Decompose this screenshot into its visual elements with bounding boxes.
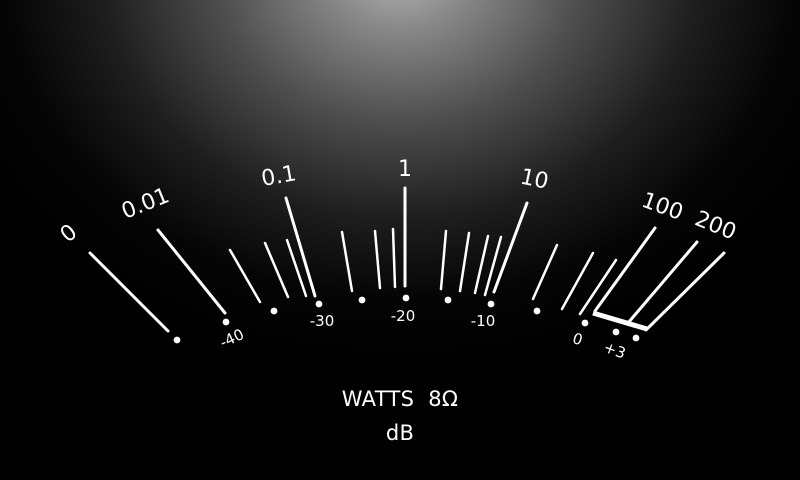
db-label-minus-10: -10 bbox=[471, 312, 496, 330]
watts-label-200: 200 bbox=[691, 207, 739, 246]
units-caption: WATTS 8Ω bbox=[0, 387, 800, 411]
watts-label-0.01: 0.01 bbox=[118, 183, 173, 225]
minor-tick bbox=[340, 230, 354, 293]
db-label-minus-30: -30 bbox=[310, 312, 335, 330]
red-zone-bar bbox=[592, 310, 648, 332]
db-label-minus-40: -40 bbox=[217, 325, 247, 352]
scale-dot bbox=[632, 334, 640, 342]
impedance-label: 8Ω bbox=[428, 387, 459, 411]
minor-tick bbox=[439, 229, 448, 291]
scale-dot bbox=[581, 319, 589, 327]
db-label-plus-3: +3 bbox=[601, 338, 628, 362]
scale-dot bbox=[222, 318, 230, 326]
minor-tick bbox=[263, 241, 290, 299]
scale-dot bbox=[444, 296, 452, 304]
scale-dot bbox=[533, 307, 541, 315]
watts-label-10: 10 bbox=[518, 165, 551, 195]
vu-meter-face: 0 0.01 0.1 1 10 100 200 -40 -30 -20 -10 … bbox=[0, 0, 800, 480]
scale-dot bbox=[487, 300, 495, 308]
scale-dot bbox=[270, 307, 278, 315]
db-label-0: 0 bbox=[570, 329, 585, 349]
watts-label-0: 0 bbox=[56, 220, 82, 248]
minor-tick bbox=[228, 248, 262, 304]
watts-label-1: 1 bbox=[398, 157, 412, 182]
minor-tick bbox=[483, 235, 503, 297]
minor-tick bbox=[531, 243, 559, 301]
minor-tick bbox=[473, 234, 490, 295]
watts-label-100: 100 bbox=[638, 188, 686, 226]
scale-dot bbox=[315, 300, 323, 308]
minor-tick bbox=[458, 231, 471, 293]
major-tick bbox=[593, 226, 657, 313]
db-caption: dB bbox=[385, 421, 415, 445]
watts-label-0.1: 0.1 bbox=[259, 161, 298, 192]
scale-dot bbox=[358, 296, 366, 304]
watts-label: WATTS bbox=[341, 387, 415, 411]
major-tick bbox=[156, 228, 227, 315]
major-tick bbox=[644, 251, 726, 332]
db-label-minus-20: -20 bbox=[391, 307, 416, 325]
scale-dot bbox=[173, 336, 181, 344]
minor-tick bbox=[391, 227, 397, 289]
minor-tick bbox=[373, 229, 382, 290]
major-tick bbox=[626, 240, 699, 325]
scale-dot bbox=[612, 328, 620, 336]
scale-dot bbox=[402, 294, 410, 302]
minor-tick bbox=[285, 238, 308, 298]
major-tick bbox=[88, 251, 170, 333]
